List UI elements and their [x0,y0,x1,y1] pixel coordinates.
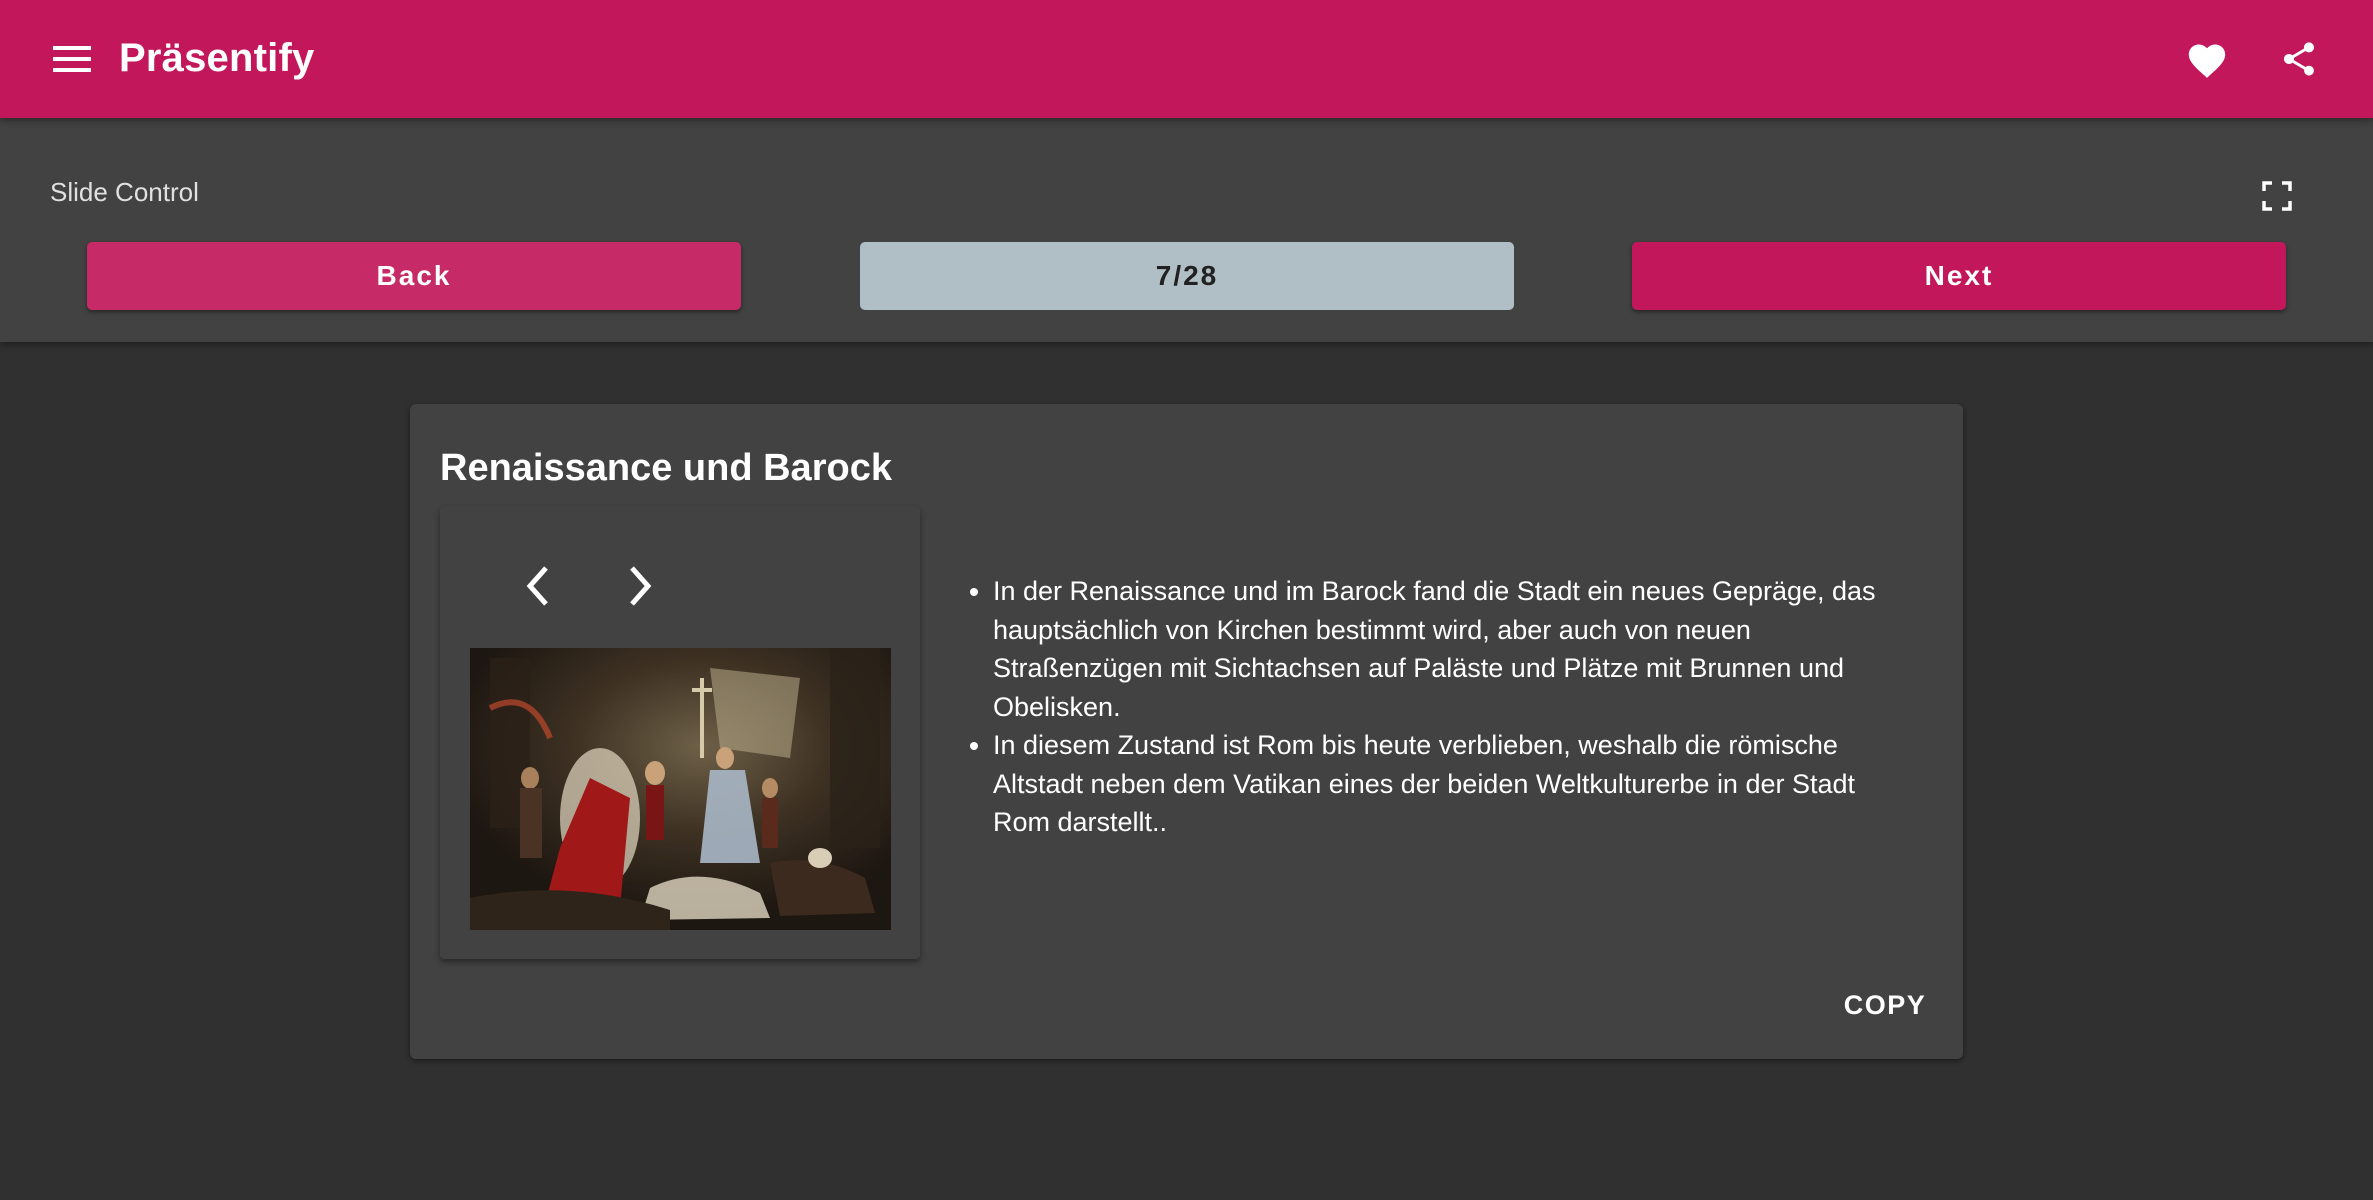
menu-icon [53,46,91,72]
slide-title: Renaissance und Barock [440,447,892,489]
previous-image-button[interactable] [508,556,568,616]
fullscreen-button[interactable] [2255,174,2299,218]
app-title: Präsentify [119,36,315,80]
next-button[interactable]: Next [1632,242,2286,310]
chevron-right-icon [630,566,652,606]
copy-button[interactable]: COPY [1830,980,1940,1030]
next-image-button[interactable] [610,556,670,616]
share-icon [2284,42,2314,76]
image-gallery [440,506,920,959]
menu-button[interactable] [44,36,100,82]
baroque-painting-image [470,648,891,930]
bullet-item: In der Renaissance und im Barock fand di… [993,572,1910,726]
slide-control-label: Slide Control [50,177,199,207]
favorite-button[interactable] [2178,30,2236,88]
share-button[interactable] [2270,30,2328,88]
fullscreen-icon [2262,181,2292,211]
bullet-list: In der Renaissance und im Barock fand di… [950,572,1910,842]
slide-counter: 7/28 [860,242,1514,310]
slide-text: In der Renaissance und im Barock fand di… [950,572,1910,842]
back-button[interactable]: Back [87,242,741,310]
heart-icon [2188,44,2226,78]
bullet-item: In diesem Zustand ist Rom bis heute verb… [993,726,1910,842]
app-bar: Präsentify [0,0,2373,118]
slide-card: Renaissance und Barock • In der Renaissa… [410,404,1963,1059]
slide-control-panel: Slide Control Back 7/28 Next [0,118,2373,342]
chevron-left-icon [526,566,548,606]
